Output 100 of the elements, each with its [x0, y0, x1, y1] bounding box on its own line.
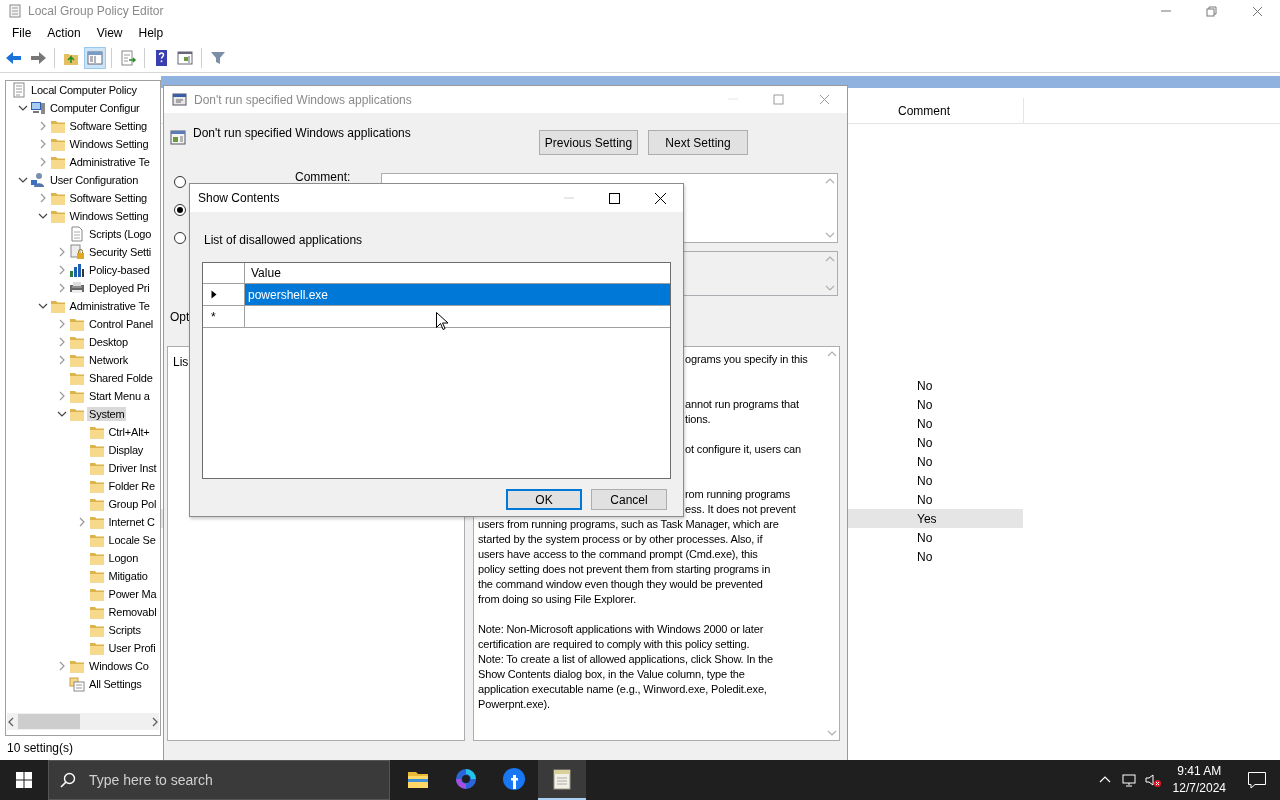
tree-item[interactable]: User Configuration	[48, 173, 141, 187]
scroll-down-icon[interactable]	[826, 730, 837, 737]
back-arrow-icon	[5, 49, 23, 67]
help-text-line: rom running programs	[685, 487, 791, 502]
scroll-down-icon[interactable]	[824, 285, 835, 292]
tree-item[interactable]: Group Pol	[106, 497, 159, 511]
tree-item[interactable]: Administrative Te	[67, 299, 152, 313]
tree-item[interactable]: Mitigatio	[106, 569, 150, 583]
tree-pane-icon	[86, 49, 104, 67]
tree-item[interactable]: Display	[106, 443, 146, 457]
tree-item[interactable]: Start Menu a	[87, 389, 152, 403]
folder-icon	[88, 514, 105, 530]
tree-item[interactable]: Shared Folde	[87, 371, 155, 385]
folder-icon	[88, 622, 105, 638]
tree-item[interactable]: Scripts	[106, 623, 143, 637]
filter-icon	[209, 49, 227, 67]
tree-item[interactable]: Security Setti	[87, 245, 153, 259]
folder-icon	[88, 460, 105, 476]
mouse-cursor-icon	[436, 312, 448, 331]
scroll-down-icon[interactable]	[824, 232, 835, 239]
user-icon	[30, 172, 46, 188]
volume-muted-icon	[1144, 772, 1161, 788]
tree-item[interactable]: Control Panel	[87, 317, 156, 331]
tree-item[interactable]: Windows Setting	[67, 209, 151, 223]
document-lock-icon	[69, 244, 85, 260]
export-list-icon	[119, 49, 137, 67]
tree-item[interactable]: Policy-based	[87, 263, 152, 277]
radio-button[interactable]	[174, 204, 186, 216]
tree-item[interactable]: Deployed Pri	[87, 281, 152, 295]
table-cell: Yes	[917, 511, 937, 526]
table-cell: No	[917, 397, 933, 412]
folder-icon	[88, 424, 105, 440]
folder-icon	[49, 298, 66, 314]
computer-icon	[30, 100, 46, 116]
column-header[interactable]: Comment	[878, 98, 1024, 123]
folder-icon	[88, 532, 105, 548]
help-text-line: tions.	[685, 412, 711, 427]
tree-item[interactable]: Administrative Te	[67, 155, 152, 169]
dialog-button[interactable]: OK	[506, 489, 582, 510]
folder-icon	[69, 334, 85, 350]
scroll-up-icon[interactable]	[826, 350, 837, 357]
dialog-button[interactable]: Next Setting	[648, 130, 748, 155]
help-text-line: Powerpnt.exe).	[478, 697, 550, 712]
scroll-up-icon[interactable]	[824, 255, 835, 262]
folder-icon	[88, 442, 105, 458]
dialog-button[interactable]: Cancel	[591, 489, 667, 510]
folder-icon	[88, 496, 105, 512]
policy-icon	[170, 130, 186, 146]
close-icon	[653, 191, 667, 205]
help-text-line: Show Contents dialog box, in the Value column, type the	[478, 667, 745, 682]
tree-item[interactable]: Removabl	[106, 605, 159, 619]
tree-item[interactable]: Driver Inst	[106, 461, 159, 475]
search-field[interactable]: Type here to search	[48, 760, 390, 800]
tree-item[interactable]: System	[87, 407, 127, 421]
tree-item[interactable]: Folder Re	[106, 479, 157, 493]
menu-item[interactable]: Help	[130, 24, 172, 42]
help-text-line: ograms you specify in this	[685, 352, 808, 367]
tree-item[interactable]: Windows Co	[87, 659, 151, 673]
scroll-left-icon	[7, 716, 15, 727]
help-text-line: started by the system process or by other processes. Also, if	[478, 532, 763, 547]
tree-item[interactable]: Ctrl+Alt+	[106, 425, 152, 439]
clock-button[interactable]: 9:41 AM 12/7/2024	[1164, 763, 1234, 797]
dialog-button[interactable]: Previous Setting	[539, 130, 638, 155]
tree-item[interactable]: Logon	[106, 551, 141, 565]
close-icon	[1250, 4, 1264, 18]
tree-item[interactable]: Local Computer Policy	[29, 83, 139, 97]
help-text-line: policy setting does not prevent them from starting programs in	[478, 562, 771, 577]
tree-item[interactable]: Locale Se	[106, 533, 158, 547]
tree-item[interactable]: Windows Setting	[67, 137, 151, 151]
taskbar-button[interactable]	[538, 760, 586, 800]
radio-button[interactable]	[174, 232, 186, 244]
folder-icon	[49, 208, 66, 224]
tree-item[interactable]: Software Setting	[67, 119, 149, 133]
help-text-line: certification are required to comply with this policy setting.	[478, 637, 750, 652]
table-cell: No	[917, 454, 933, 469]
menu-item[interactable]: File	[4, 24, 40, 42]
radio-button[interactable]	[174, 176, 186, 188]
table-cell: No	[917, 416, 933, 431]
table-cell[interactable]: powershell.exe	[245, 284, 670, 306]
folder-icon	[49, 136, 66, 152]
tree-item[interactable]: Computer Configur	[48, 101, 142, 115]
table-cell: No	[917, 530, 933, 545]
row-header-cell[interactable]: *	[203, 306, 245, 328]
tree-item[interactable]: Software Setting	[67, 191, 149, 205]
tree-item[interactable]: User Profi	[106, 641, 158, 655]
tree-item[interactable]: Network	[87, 353, 130, 367]
tree-item[interactable]: All Settings	[87, 677, 144, 691]
menu-item[interactable]: Action	[39, 24, 89, 42]
menu-item[interactable]: View	[88, 24, 131, 42]
horizontal-scrollbar[interactable]	[7, 713, 159, 730]
scroll-up-icon[interactable]	[824, 177, 835, 184]
policy-heading: Don't run specified Windows applications	[193, 126, 412, 140]
tree-item[interactable]: Desktop	[87, 335, 130, 349]
round-app-icon	[502, 767, 526, 791]
row-header-cell	[203, 263, 245, 284]
scroll-right-icon	[151, 716, 159, 727]
tree-item[interactable]: Power Ma	[106, 587, 159, 601]
tree-item[interactable]: Internet C	[106, 515, 157, 529]
help-text-line: users from running programs, such as Task Manager, which are	[478, 517, 779, 532]
tree-item[interactable]: Scripts (Logo	[87, 227, 154, 241]
